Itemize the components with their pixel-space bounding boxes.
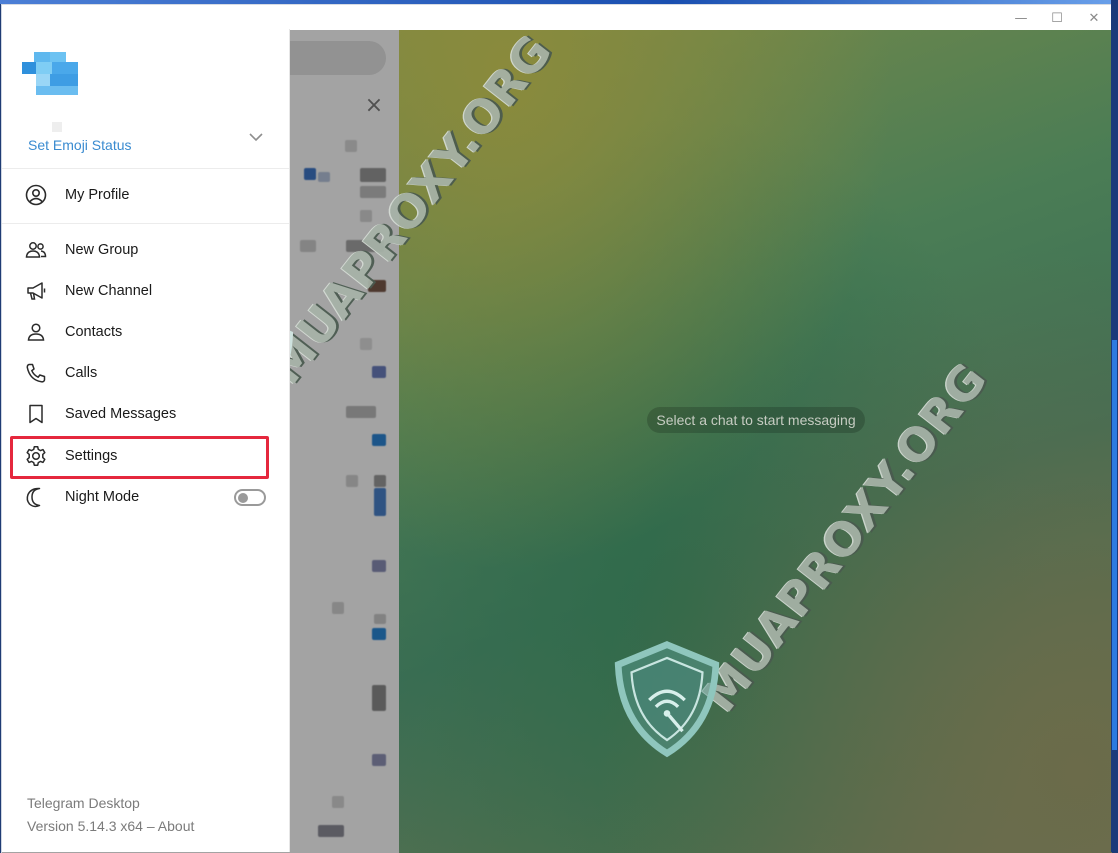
menu-item-label: New Channel xyxy=(65,283,153,299)
divider xyxy=(2,223,289,224)
menu-item-label: New Group xyxy=(65,242,139,258)
megaphone-icon xyxy=(27,282,46,300)
main-menu-drawer: Set Emoji Status My Profile New Group Ne… xyxy=(2,29,290,852)
menu-item-calls[interactable]: Calls xyxy=(2,353,289,393)
version-info: Version 5.14.3 x64 – About xyxy=(27,818,194,834)
night-mode-toggle[interactable] xyxy=(234,489,266,506)
empty-chat-message: Select a chat to start messaging xyxy=(647,407,865,433)
menu-item-label: Contacts xyxy=(65,324,123,340)
menu-item-label: Saved Messages xyxy=(65,406,177,422)
settings-highlight-annotation xyxy=(10,436,269,479)
menu-item-new-group[interactable]: New Group xyxy=(2,230,289,270)
about-link[interactable]: About xyxy=(158,818,195,834)
menu-item-label: Night Mode xyxy=(65,489,140,505)
version-text: Version 5.14.3 x64 xyxy=(27,818,143,834)
menu-item-saved-messages[interactable]: Saved Messages xyxy=(2,394,289,434)
menu-item-my-profile[interactable]: My Profile xyxy=(2,175,289,215)
chat-background xyxy=(399,30,1112,853)
menu-item-label: Calls xyxy=(65,365,98,381)
menu-item-label: My Profile xyxy=(65,187,130,203)
chevron-down-icon[interactable] xyxy=(246,127,266,147)
version-separator: – xyxy=(142,818,158,834)
bookmark-icon xyxy=(29,404,43,424)
contact-icon xyxy=(27,323,45,341)
menu-item-contacts[interactable]: Contacts xyxy=(2,312,289,352)
app-name: Telegram Desktop xyxy=(27,795,140,811)
phone-icon xyxy=(26,363,46,383)
close-button[interactable]: ✕ xyxy=(1077,7,1111,29)
title-bar: — ☐ ✕ xyxy=(2,5,1112,30)
divider xyxy=(2,168,289,169)
set-emoji-status-link[interactable]: Set Emoji Status xyxy=(28,137,132,153)
blurred-name xyxy=(52,122,62,132)
moon-icon xyxy=(26,487,41,508)
avatar[interactable] xyxy=(22,52,82,96)
toggle-knob xyxy=(238,493,248,503)
maximize-button[interactable]: ☐ xyxy=(1040,7,1074,29)
menu-item-new-channel[interactable]: New Channel xyxy=(2,271,289,311)
minimize-button[interactable]: — xyxy=(1004,7,1038,29)
profile-icon xyxy=(25,184,47,206)
desktop-edge-accent xyxy=(1112,340,1117,750)
shield-watermark-icon xyxy=(614,641,720,758)
group-icon xyxy=(25,242,47,258)
